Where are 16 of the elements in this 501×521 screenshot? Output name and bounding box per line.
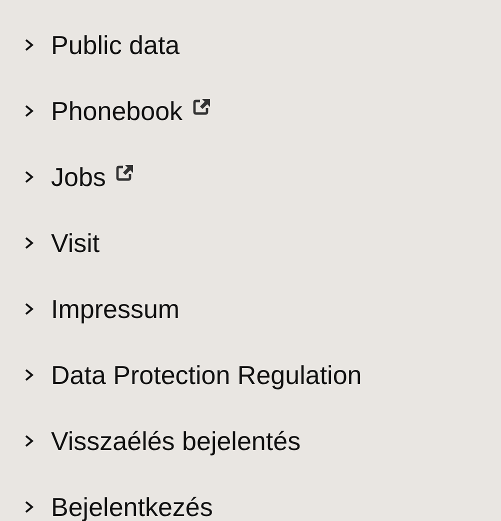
chevron-icon [24,38,34,52]
nav-link[interactable]: Visit [51,228,100,258]
nav-link[interactable]: Visszaélés bejelentés [51,426,301,456]
chevron-icon [24,302,34,316]
chevron-icon [24,368,34,382]
chevron-icon [24,500,34,514]
chevron-icon [24,170,34,184]
chevron-icon [24,104,34,118]
nav-link[interactable]: Bejelentkezés [51,492,213,521]
nav-link[interactable]: Jobs [51,162,106,192]
nav-link[interactable]: Phonebook [51,96,183,126]
nav-link[interactable]: Public data [51,30,180,60]
nav-link[interactable]: Impressum [51,294,180,324]
chevron-icon [24,236,34,250]
chevron-icon [24,434,34,448]
nav-link[interactable]: Data Protection Regulation [51,360,362,390]
